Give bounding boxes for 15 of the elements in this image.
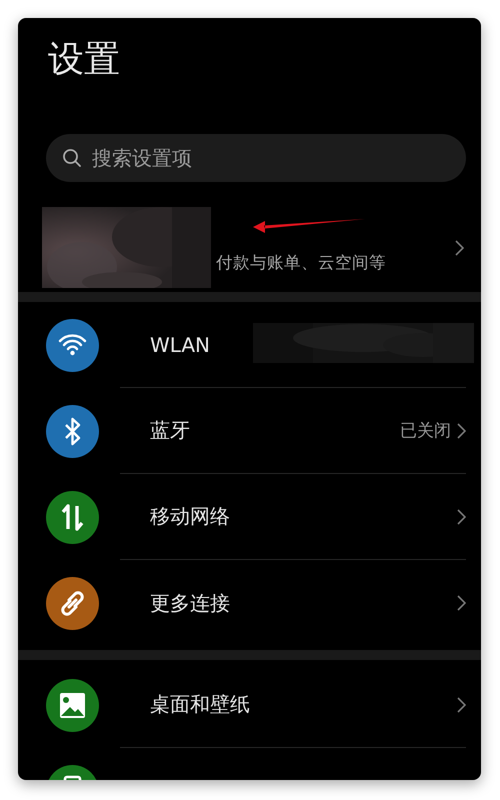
chevron-icon	[457, 696, 466, 712]
search-icon	[62, 148, 82, 168]
setting-label[interactable]: 更多连接	[150, 590, 457, 616]
chevron-icon	[457, 422, 466, 438]
chevron-icon	[457, 508, 466, 524]
status-value: 已关闭	[400, 420, 451, 442]
setting-label[interactable]: WLAN	[150, 332, 253, 356]
setting-label[interactable]: 蓝牙	[150, 417, 400, 444]
page-title: 设置	[48, 40, 120, 80]
account-subtitle: 付款与账单、云空间等	[216, 252, 387, 274]
chevron-icon	[457, 595, 466, 611]
search-field[interactable]: 搜索设置项	[46, 134, 466, 182]
setting-label[interactable]: 桌面和壁纸	[150, 691, 457, 718]
chevron-icon	[455, 240, 464, 256]
setting-label[interactable]: 移动网络	[150, 503, 457, 530]
